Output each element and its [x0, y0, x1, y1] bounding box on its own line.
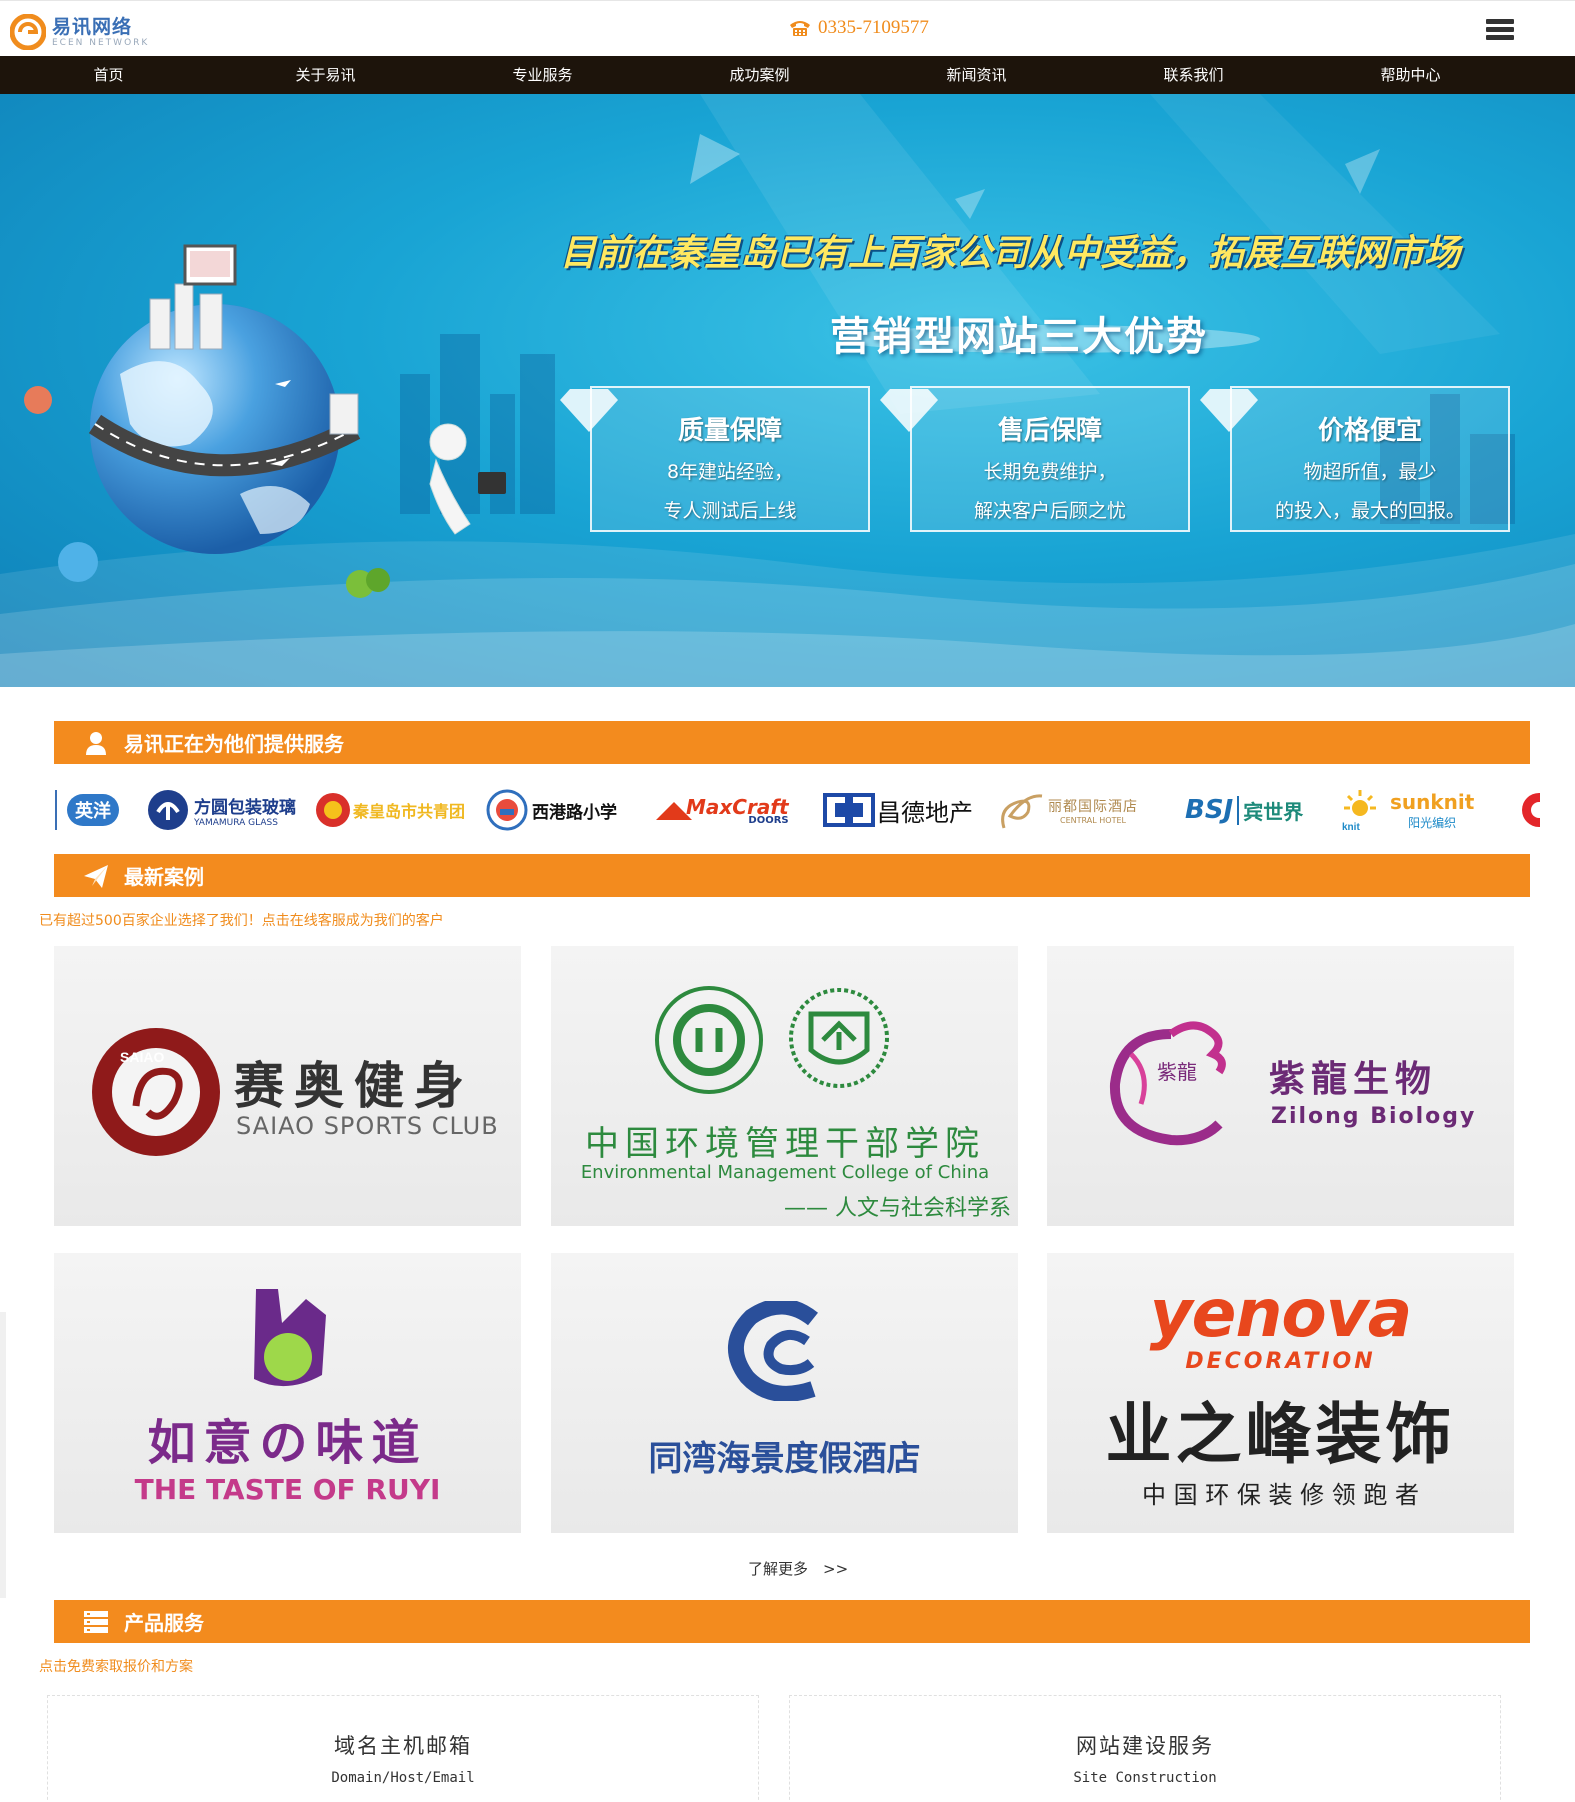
- product-card-site[interactable]: 网站建设服务 Site Construction: [789, 1695, 1501, 1802]
- client-logo[interactable]: 丽都国际酒店 CENTRAL HOTEL: [998, 786, 1138, 834]
- product-card-domain[interactable]: 域名主机邮箱 Domain/Host/Email: [47, 1695, 759, 1802]
- header-bar: 易讯网络 ECEN NETWORK 0335-7109577: [0, 0, 1575, 56]
- case-card-ruyi[interactable]: 如意の味道 THE TASTE OF RUYI: [54, 1253, 521, 1533]
- case-slogan: 中 国 环 保 装 修 领 跑 者: [1141, 1481, 1420, 1509]
- nav-item-contact[interactable]: 联系我们: [1085, 56, 1302, 94]
- logo-swirl-icon: [10, 14, 46, 50]
- nav-item-about[interactable]: 关于易讯: [217, 56, 434, 94]
- site-logo[interactable]: 易讯网络 ECEN NETWORK: [10, 13, 149, 51]
- school-badge-icon: [486, 789, 528, 831]
- case-cn-name: 如意の味道: [147, 1415, 428, 1471]
- phone-icon: [790, 21, 810, 36]
- case-en-subtitle: DECORATION: [1185, 1349, 1376, 1374]
- section-title: 易讯正在为他们提供服务: [124, 732, 344, 756]
- advantage-line: 8年建站经验，: [666, 461, 794, 483]
- banner-headline: 目前在秦皇岛已有上百家公司从中受益，拓展互联网市场: [560, 233, 1461, 274]
- case-en-name: Zilong Biology: [1271, 1104, 1477, 1129]
- client-logo-strip: 英洋 方圆包装玻璃 YAMAMURA GLASS 秦皇岛市共青团 西港路小学 M…: [40, 780, 1540, 840]
- clients-section-header: 易讯正在为他们提供服务: [54, 721, 1530, 764]
- ruyi-hand-icon: [254, 1289, 326, 1387]
- more-cases-link[interactable]: 了解更多 >>: [748, 1558, 848, 1579]
- products-hint-link[interactable]: 点击免费索取报价和方案: [39, 1656, 193, 1676]
- case-cn-name: 同湾海景度假酒店: [648, 1439, 921, 1479]
- svg-text:knit: knit: [1342, 822, 1360, 832]
- case-cn-name: 业之峰装饰: [1105, 1396, 1456, 1473]
- case-logo-mark: 紫龍: [1157, 1060, 1197, 1084]
- product-title: 域名主机邮箱: [334, 1734, 472, 1758]
- advantage-card-quality: 质量保障 8年建站经验， 专人测试后上线: [590, 386, 870, 532]
- hamburger-menu-icon[interactable]: [1486, 19, 1514, 43]
- nav-item-cases[interactable]: 成功案例: [651, 56, 868, 94]
- sun-icon: knit: [1342, 790, 1376, 832]
- case-dept-name: —— 人文与社会科学系: [784, 1196, 1011, 1221]
- section-title: 最新案例: [124, 865, 204, 889]
- case-en-name: THE TASTE OF RUYI: [134, 1473, 441, 1506]
- case-card-tongwan[interactable]: 同湾海景度假酒店: [551, 1253, 1018, 1533]
- client-logo-partial-icon: [1522, 793, 1540, 827]
- nav-item-help[interactable]: 帮助中心: [1302, 56, 1519, 94]
- case-cn-name: 紫龍生物: [1269, 1058, 1438, 1100]
- client-logo[interactable]: 方圆包装玻璃 YAMAMURA GLASS: [146, 786, 296, 834]
- logo-en-text: ECEN NETWORK: [52, 37, 150, 48]
- case-card-zilong[interactable]: 紫龍 紫龍生物 Zilong Biology: [1047, 946, 1514, 1226]
- tongwan-wave-icon: [727, 1301, 818, 1401]
- case-cn-name: 赛奥健身: [234, 1057, 474, 1115]
- case-en-name: SAIAO SPORTS CLUB: [236, 1112, 499, 1140]
- logo-cn-text: 易讯网络: [52, 15, 133, 38]
- case-card-saiao[interactable]: SAIAO 赛奥健身 SAIAO SPORTS CLUB: [54, 946, 521, 1226]
- case-cn-name: 中国环境管理干部学院: [585, 1124, 985, 1164]
- advantage-title: 质量保障: [677, 416, 782, 446]
- phone-contact[interactable]: 0335-7109577: [788, 17, 929, 39]
- main-nav: 首页 关于易讯 专业服务 成功案例 新闻资讯 联系我们 帮助中心: [0, 56, 1575, 94]
- client-logo[interactable]: 英洋: [67, 786, 119, 834]
- svg-text:SAIAO: SAIAO: [120, 1049, 164, 1065]
- case-card-yenova[interactable]: yenova DECORATION 业之峰装饰 中 国 环 保 装 修 领 跑 …: [1047, 1253, 1514, 1533]
- client-logo[interactable]: 秦皇岛市共青团: [315, 786, 465, 834]
- banner-subtitle: 营销型网站三大优势: [830, 314, 1208, 360]
- client-emblem-icon: [148, 790, 188, 830]
- server-icon: [84, 1610, 108, 1633]
- client-logo[interactable]: MaxCraft DOORS: [656, 786, 789, 834]
- case-en-name: Environmental Management College of Chin…: [580, 1162, 990, 1183]
- side-scroll-handle[interactable]: [0, 1312, 6, 1598]
- section-title: 产品服务: [124, 1611, 204, 1635]
- cases-section-header: 最新案例: [54, 854, 1530, 897]
- product-subtitle: Site Construction: [1073, 1770, 1217, 1786]
- advantage-title: 售后保障: [997, 416, 1102, 446]
- phone-number: 0335-7109577: [818, 17, 929, 38]
- hero-banner[interactable]: 目前在秦皇岛已有上百家公司从中受益，拓展互联网市场 营销型网站三大优势 质量保障…: [0, 94, 1575, 687]
- advantage-line: 解决客户后顾之忧: [973, 500, 1126, 522]
- cases-hint-link[interactable]: 已有超过500百家企业选择了我们！点击在线客服成为我们的客户: [39, 910, 444, 930]
- advantage-title: 价格便宜: [1317, 416, 1422, 446]
- advantage-line: 专人测试后上线: [663, 500, 797, 522]
- user-icon: [86, 731, 106, 755]
- advantage-card-price: 价格便宜 物超所值，最少 的投入，最大的回报。: [1230, 386, 1510, 532]
- league-badge-icon: [316, 793, 350, 827]
- client-logo[interactable]: 西港路小学: [486, 786, 617, 834]
- case-card-emcc[interactable]: 中国环境管理干部学院 Environmental Management Coll…: [551, 946, 1018, 1226]
- advantage-line: 物超所值，最少: [1303, 461, 1437, 483]
- emcc-badges-icon: [655, 986, 889, 1094]
- client-logo[interactable]: 昌德地产: [823, 786, 973, 834]
- nav-item-home[interactable]: 首页: [0, 56, 217, 94]
- paper-plane-icon: [84, 864, 108, 888]
- product-title: 网站建设服务: [1076, 1734, 1214, 1758]
- saiao-emblem-icon: SAIAO: [92, 1028, 220, 1156]
- nav-item-news[interactable]: 新闻资讯: [868, 56, 1085, 94]
- advantage-card-aftersales: 售后保障 长期免费维护， 解决客户后顾之忧: [910, 386, 1190, 532]
- advantage-line: 长期免费维护，: [983, 461, 1117, 483]
- product-subtitle: Domain/Host/Email: [331, 1770, 475, 1786]
- advantage-line: 的投入，最大的回报。: [1274, 500, 1465, 522]
- client-logo[interactable]: BSJ 宾世界: [1185, 786, 1303, 834]
- products-section-header: 产品服务: [54, 1600, 1530, 1643]
- nav-item-services[interactable]: 专业服务: [434, 56, 651, 94]
- case-en-name: yenova: [1149, 1275, 1413, 1352]
- changde-logo-icon: [823, 793, 875, 827]
- lidu-flourish-icon: [1001, 794, 1043, 829]
- client-logo[interactable]: knit sunknit 阳光编织: [1338, 786, 1474, 834]
